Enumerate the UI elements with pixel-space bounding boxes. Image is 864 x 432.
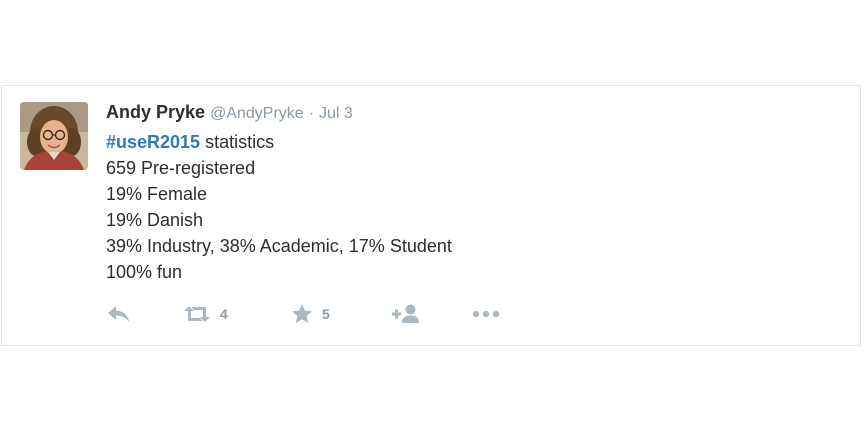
reply-button[interactable] — [106, 302, 132, 326]
tweet-line: 39% Industry, 38% Academic, 17% Student — [106, 236, 452, 256]
follow-icon — [392, 304, 419, 323]
author-username[interactable]: @AndyPryke — [210, 105, 304, 122]
more-icon — [472, 310, 500, 318]
author-display-name[interactable]: Andy Pryke — [106, 102, 205, 122]
tweet-line: 19% Female — [106, 184, 208, 204]
retweet-button[interactable]: 4 — [182, 302, 228, 326]
tweet-content: Andy Pryke @AndyPryke · Jul 3 #useR2015 … — [106, 100, 840, 285]
header-separator: · — [308, 105, 315, 122]
tweet-line-first-text: statistics — [200, 132, 275, 152]
follow-button[interactable] — [391, 302, 421, 326]
favorite-button[interactable]: 5 — [290, 302, 330, 326]
avatar-image — [20, 102, 88, 170]
retweet-icon — [184, 306, 210, 322]
tweet-line: 100% fun — [106, 262, 183, 282]
retweet-count: 4 — [220, 306, 228, 322]
hashtag-link[interactable]: #useR2015 — [106, 132, 200, 152]
tweet-text: #useR2015 statistics 659 Pre-registered … — [106, 129, 840, 285]
tweet-line: 659 Pre-registered — [106, 158, 256, 178]
tweet-header: Andy Pryke @AndyPryke · Jul 3 — [106, 100, 840, 126]
avatar[interactable] — [20, 102, 88, 170]
tweet-timestamp[interactable]: Jul 3 — [319, 105, 353, 122]
tweet-actions: 4 5 — [106, 302, 526, 326]
tweet-card: Andy Pryke @AndyPryke · Jul 3 #useR2015 … — [1, 85, 861, 346]
more-button[interactable] — [471, 302, 501, 326]
star-icon — [292, 304, 312, 323]
tweet-line-first: #useR2015 statistics — [106, 129, 840, 155]
tweet-line: 19% Danish — [106, 210, 204, 230]
favorite-count: 5 — [322, 306, 330, 322]
reply-icon — [108, 306, 129, 322]
